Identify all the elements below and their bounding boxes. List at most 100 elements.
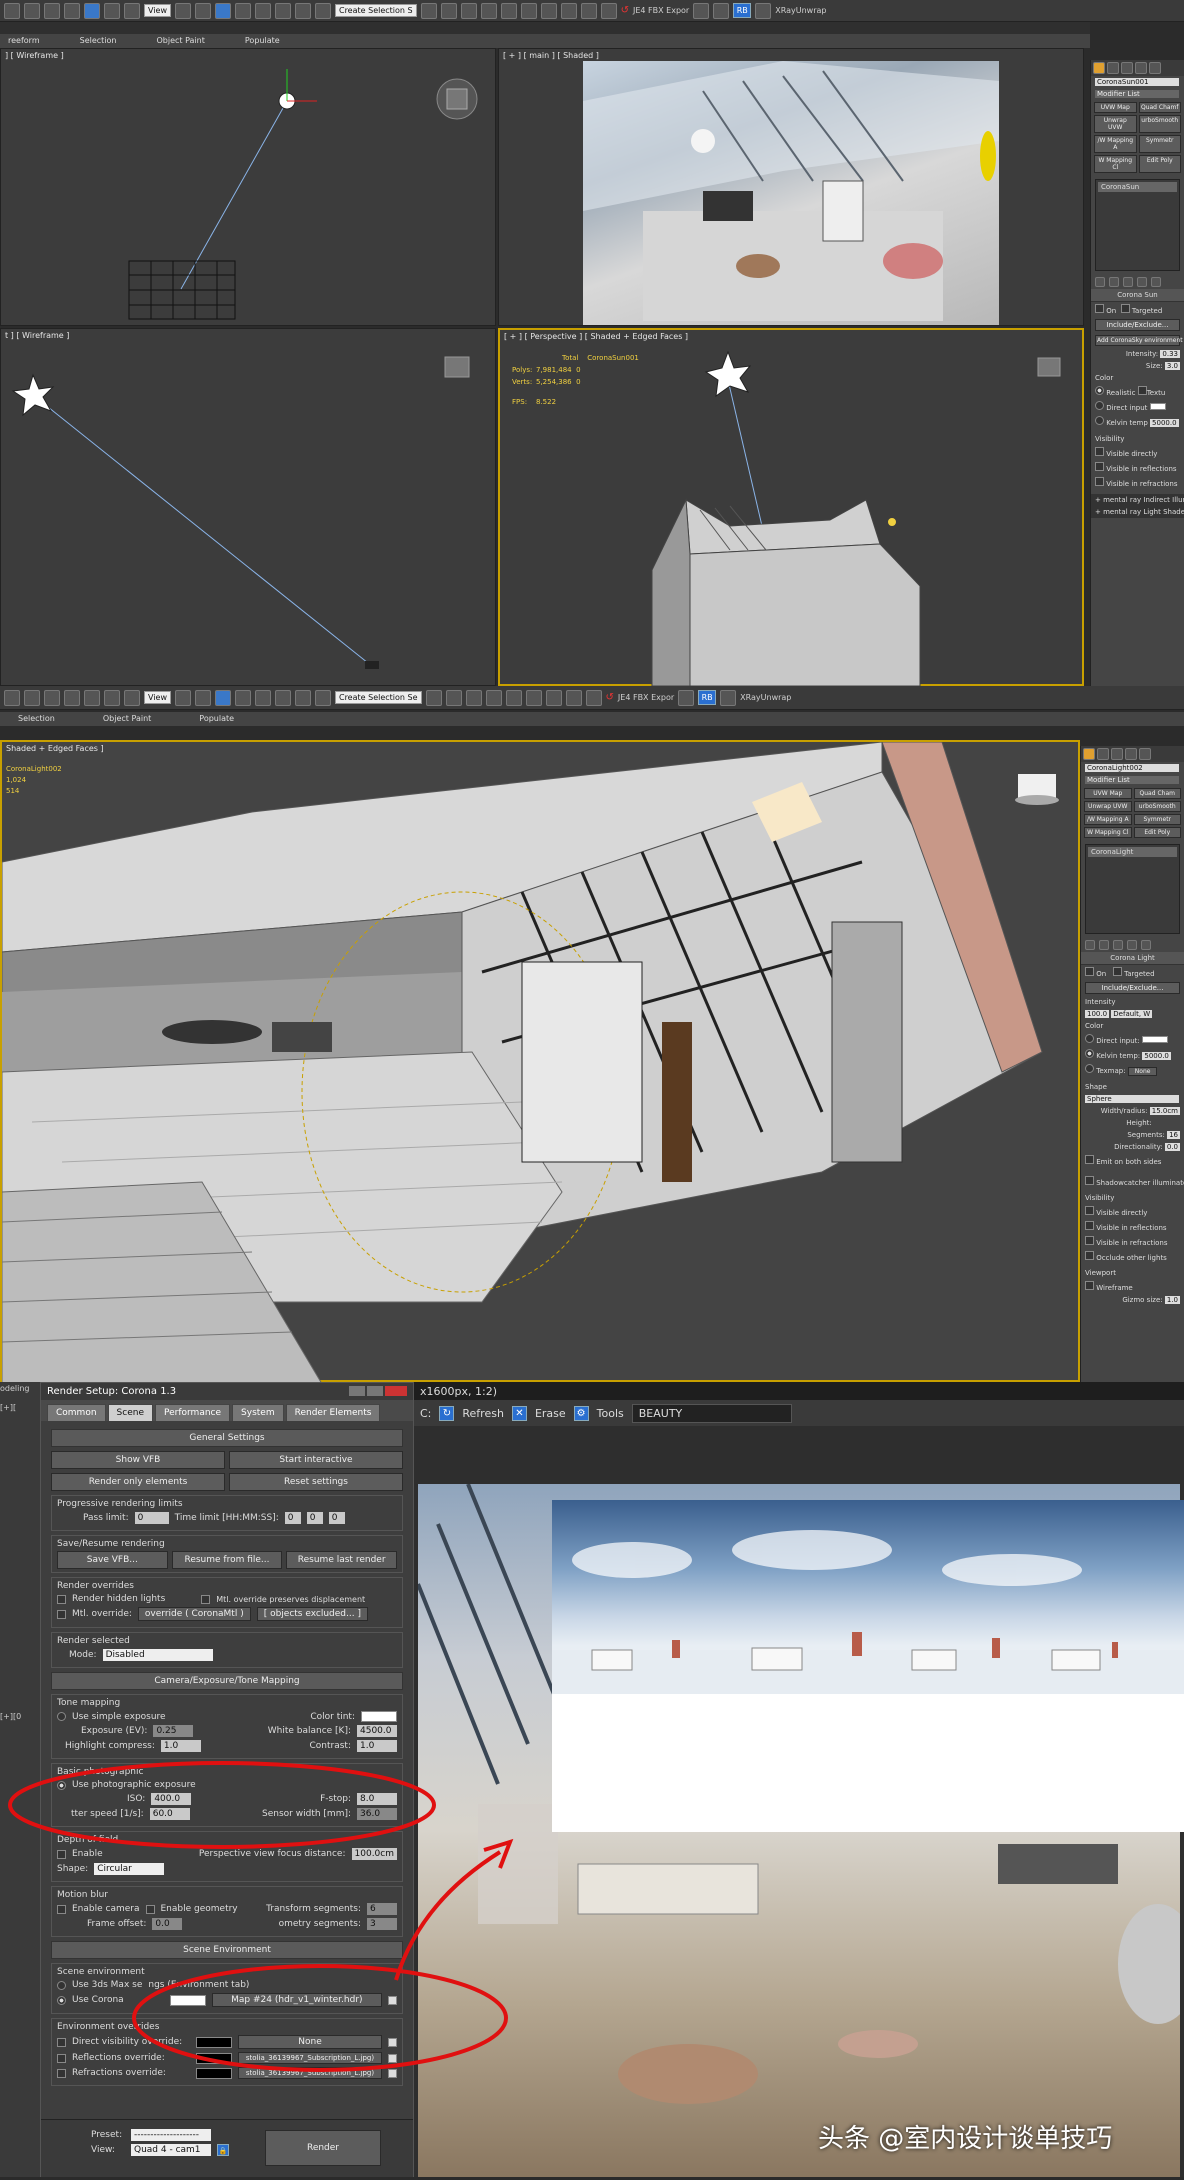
- edit-named-sel-icon[interactable]: [314, 2, 331, 19]
- mr-shader-rollout[interactable]: + mental ray Light Shader: [1091, 506, 1184, 518]
- move-icon[interactable]: [84, 689, 100, 706]
- modifier-button[interactable]: Edit Poly: [1138, 155, 1181, 173]
- select-name-icon[interactable]: [24, 2, 40, 19]
- kelvin-spinner[interactable]: 5000.0: [1142, 1052, 1171, 1060]
- tools-button[interactable]: Tools: [597, 1407, 624, 1420]
- scene-explorer-icon[interactable]: [480, 2, 497, 19]
- fbx-export-label[interactable]: JE4 FBX Expor: [633, 6, 689, 15]
- select-name-icon[interactable]: [24, 689, 40, 706]
- viewport-top-left[interactable]: ] [ Wireframe ]: [0, 48, 496, 326]
- visible-reflections-checkbox[interactable]: [1095, 462, 1104, 471]
- modifier-button[interactable]: Quad Cham: [1133, 788, 1181, 799]
- show-end-result-icon[interactable]: [1109, 277, 1119, 287]
- gizmo-size-spinner[interactable]: 1.0: [1164, 1296, 1180, 1304]
- visible-refractions-checkbox[interactable]: [1085, 1236, 1094, 1245]
- motion-tab-icon[interactable]: [1135, 62, 1147, 74]
- modifier-stack[interactable]: CoronaSun: [1095, 179, 1180, 271]
- percent-snap-icon[interactable]: [274, 2, 291, 19]
- targeted-checkbox[interactable]: [1112, 967, 1122, 976]
- angle-snap-icon[interactable]: [254, 2, 271, 19]
- rollout-corona-sun[interactable]: Corona Sun: [1091, 289, 1184, 302]
- mirror-icon[interactable]: [425, 689, 442, 706]
- ribbon-tab-populate[interactable]: Populate: [245, 36, 280, 46]
- ribbon-tab-selection[interactable]: Selection: [80, 36, 117, 46]
- curve-editor-icon[interactable]: [500, 2, 517, 19]
- render-icon[interactable]: [600, 2, 617, 19]
- select-icon[interactable]: [4, 689, 20, 706]
- layer-icon[interactable]: [460, 2, 477, 19]
- spinner-snap-icon[interactable]: [294, 689, 311, 706]
- object-name-field[interactable]: CoronaSun001: [1095, 78, 1179, 86]
- visible-refractions-checkbox[interactable]: [1095, 477, 1104, 486]
- render-setup-icon[interactable]: [545, 689, 562, 706]
- channel-dropdown[interactable]: BEAUTY: [631, 1403, 792, 1423]
- angle-snap-icon[interactable]: [254, 689, 271, 706]
- width-spinner[interactable]: 15.0cm: [1149, 1107, 1180, 1115]
- display-tab-icon[interactable]: [1149, 62, 1161, 74]
- targeted-checkbox[interactable]: [1120, 304, 1130, 313]
- modifier-button[interactable]: UVW Map: [1094, 102, 1137, 113]
- selection-set-dropdown[interactable]: Create Selection Se: [334, 691, 422, 704]
- viewport-top-right[interactable]: [ + ] [ main ] [ Shaded ]: [498, 48, 1084, 326]
- texmap-button[interactable]: None: [1127, 1067, 1158, 1076]
- intensity-unit-dropdown[interactable]: Default, W: [1111, 1010, 1153, 1018]
- realistic-radio[interactable]: [1095, 386, 1104, 395]
- tools-icon[interactable]: ⚙: [573, 1405, 589, 1421]
- textured-checkbox[interactable]: [1137, 386, 1147, 395]
- align-icon[interactable]: [445, 689, 462, 706]
- xray-icon[interactable]: [755, 2, 772, 19]
- modify-tab-icon[interactable]: [1097, 748, 1109, 760]
- object-name-field[interactable]: CoronaLight002: [1085, 764, 1179, 772]
- rect-select-icon[interactable]: [44, 689, 60, 706]
- modify-tab-icon[interactable]: [1107, 62, 1119, 74]
- visible-directly-checkbox[interactable]: [1095, 447, 1104, 456]
- modifier-button[interactable]: Symmetr: [1133, 814, 1181, 825]
- direct-input-radio[interactable]: [1095, 401, 1104, 410]
- viewport-perspective-large[interactable]: Shaded + Edged Faces ] CoronaLight002 1,…: [0, 740, 1080, 1384]
- modifier-button[interactable]: Quad Chamf: [1138, 102, 1181, 113]
- window-crossing-icon[interactable]: [64, 2, 80, 19]
- schematic-icon[interactable]: [520, 2, 537, 19]
- include-exclude-button[interactable]: Include/Exclude...: [1085, 982, 1180, 994]
- viewport-label[interactable]: [ + ] [ main ] [ Shaded ]: [503, 51, 599, 60]
- ref-coord-dropdown[interactable]: View: [144, 4, 171, 17]
- render-icon[interactable]: [585, 689, 602, 706]
- ribbon-tab-freeform[interactable]: reeform: [8, 36, 40, 46]
- move-gizmo-icon[interactable]: [194, 2, 211, 19]
- xray-icon[interactable]: [720, 689, 737, 706]
- motion-tab-icon[interactable]: [1125, 748, 1137, 760]
- modifier-button[interactable]: Symmetr: [1138, 135, 1181, 153]
- show-end-result-icon[interactable]: [1099, 940, 1109, 950]
- modifier-button[interactable]: urboSmooth: [1138, 115, 1181, 133]
- remove-modifier-icon[interactable]: [1137, 277, 1147, 287]
- configure-sets-icon[interactable]: [1151, 277, 1161, 287]
- scale-icon[interactable]: [124, 689, 140, 706]
- modifier-button[interactable]: /W Mapping A: [1094, 135, 1137, 153]
- pivot-icon[interactable]: [174, 689, 191, 706]
- intensity-spinner[interactable]: 0.33: [1160, 350, 1180, 358]
- direct-input-radio[interactable]: [1085, 1034, 1094, 1043]
- rect-select-icon[interactable]: [44, 2, 60, 19]
- on-checkbox[interactable]: [1085, 967, 1094, 976]
- modifier-list-dropdown[interactable]: Modifier List: [1085, 776, 1179, 784]
- material-editor-icon[interactable]: [540, 2, 557, 19]
- intensity-spinner[interactable]: 100.0: [1085, 1010, 1110, 1018]
- modifier-button[interactable]: W Mapping Cl: [1094, 155, 1137, 173]
- move-gizmo-icon[interactable]: [194, 689, 211, 706]
- select-icon[interactable]: [4, 2, 20, 19]
- keyboard-shortcut-icon[interactable]: [214, 2, 231, 19]
- fbx-export-label[interactable]: JE4 FBX Expor: [618, 693, 674, 702]
- remove-modifier-icon[interactable]: [1127, 940, 1137, 950]
- on-checkbox[interactable]: [1095, 304, 1104, 313]
- shadowcatcher-checkbox[interactable]: [1085, 1176, 1094, 1185]
- modifier-button[interactable]: Edit Poly: [1133, 827, 1181, 838]
- stack-item[interactable]: CoronaLight: [1088, 847, 1177, 857]
- edit-named-sel-icon[interactable]: [314, 689, 331, 706]
- render-frame-icon[interactable]: [565, 689, 582, 706]
- make-unique-icon[interactable]: [1113, 940, 1123, 950]
- material-editor-icon[interactable]: [525, 689, 542, 706]
- keyboard-shortcut-icon[interactable]: [214, 689, 231, 706]
- window-crossing-icon[interactable]: [64, 689, 80, 706]
- render-setup-icon[interactable]: [560, 2, 577, 19]
- modifier-button[interactable]: Unwrap UVW: [1094, 115, 1137, 133]
